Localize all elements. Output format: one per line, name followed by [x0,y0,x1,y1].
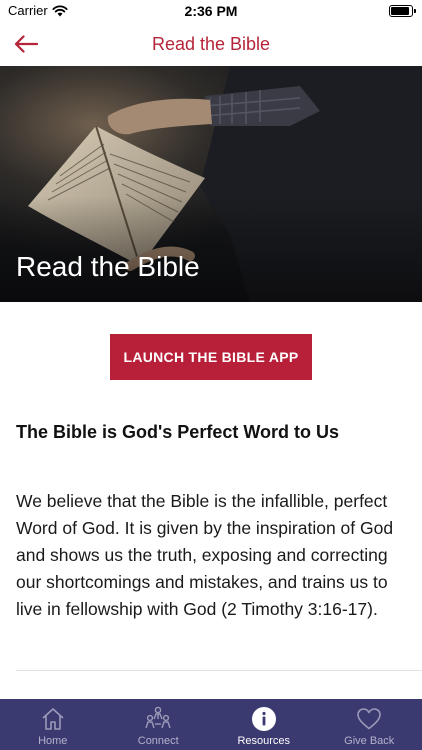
tab-resources-label: Resources [237,735,291,747]
content-heading: The Bible is God's Perfect Word to Us [16,422,339,442]
page-title: Read the Bible [151,34,271,54]
tab-connect[interactable]: Connect [106,699,212,750]
people-icon [145,706,171,729]
tab-connect-label: Connect [137,735,179,747]
heart-icon [357,708,382,730]
tab-home-label: Home [38,735,68,747]
hero-banner: Read the Bible [0,66,422,302]
battery-level [391,7,409,15]
info-icon [251,707,276,731]
status-bar: Carrier 2:36 PM [0,0,422,22]
battery-icon [389,5,416,17]
launch-bible-app-button[interactable]: LAUNCH THE BIBLE APP [110,334,312,380]
tab-resources[interactable]: Resources [211,699,317,750]
tab-home[interactable]: Home [0,699,106,750]
status-time: 2:36 PM [184,3,238,19]
tab-bar: Home Connect Resources Give Back [0,699,422,750]
nav-bar: Read the Bible [0,22,422,66]
home-icon [42,708,64,730]
divider [16,670,422,671]
tab-give-back-label: Give Back [344,735,395,747]
content-body: We believe that the Bible is the infalli… [16,491,394,619]
hero-title: Read the Bible [16,251,200,282]
tab-give-back[interactable]: Give Back [317,699,422,750]
